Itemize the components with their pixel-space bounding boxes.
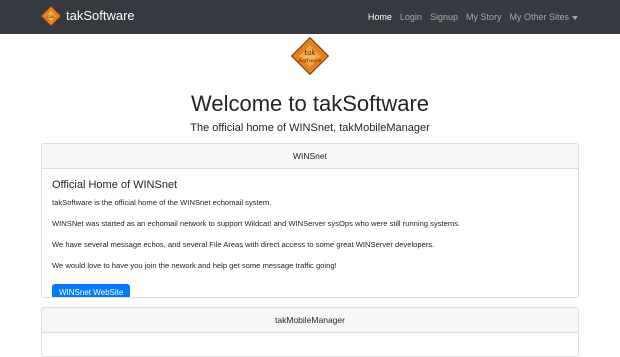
nav-links: Home Login Signup My Story My Other Site… — [368, 10, 578, 24]
svg-text:tak: tak — [304, 49, 315, 57]
winsnet-card-title: Official Home of WINSnet — [52, 179, 178, 191]
svg-text:tak: tak — [47, 14, 55, 20]
winsnet-paragraph: takSoftware is the official home of the … — [52, 198, 272, 207]
takmobilemanager-card-header: takMobileManager — [42, 308, 578, 333]
takmobilemanager-card: takMobileManager — [41, 307, 579, 357]
tak-software-logo-icon: tak Software — [290, 36, 330, 76]
winsnet-card-body: Official Home of WINSnet takSoftware is … — [42, 169, 578, 297]
top-navbar: tak takSoftware Home Login Signup My Sto… — [0, 0, 620, 34]
nav-my-other-sites-dropdown[interactable]: My Other Sites — [509, 10, 578, 24]
nav-login[interactable]: Login — [400, 10, 422, 24]
caret-down-icon — [572, 15, 578, 20]
tak-logo-icon[interactable]: tak — [41, 6, 61, 26]
winsnet-card-header: WINSnet — [42, 144, 578, 169]
nav-my-other-sites-label: My Other Sites — [509, 12, 569, 22]
nav-signup[interactable]: Signup — [430, 10, 458, 24]
brand-name[interactable]: takSoftware — [66, 8, 135, 24]
nav-home[interactable]: Home — [368, 10, 392, 24]
winsnet-card: WINSnet Official Home of WINSnet takSoft… — [41, 143, 579, 298]
winsnet-website-button[interactable]: WINSnet WebSite — [52, 284, 131, 297]
winsnet-paragraph: We would love to have you join the newor… — [52, 261, 337, 270]
page-subtitle: The official home of WINSnet, takMobileM… — [190, 122, 430, 134]
page-title: Welcome to takSoftware — [190, 91, 430, 116]
nav-my-story[interactable]: My Story — [466, 10, 502, 24]
winsnet-paragraph: WINSNet was started as an echomail netwo… — [52, 219, 461, 228]
winsnet-paragraph: We have several message echos, and sever… — [52, 240, 435, 249]
svg-text:Software: Software — [299, 58, 322, 64]
